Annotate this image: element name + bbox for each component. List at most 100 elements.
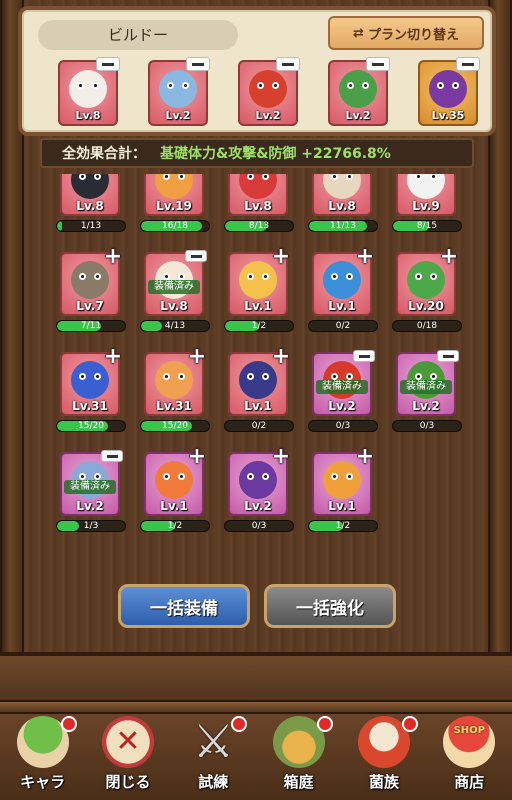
creature-card[interactable]: + Lv.20 [396, 246, 458, 316]
creature-level: Lv.31 [156, 399, 192, 413]
progress-text: 0/2 [335, 321, 351, 331]
creature-portrait [71, 174, 109, 200]
plus-icon[interactable]: + [271, 346, 291, 368]
equipped-slot[interactable]: Lv.8 [58, 57, 120, 126]
shard-progress-bar: 4/13 [140, 320, 210, 332]
equipped-slot[interactable]: Lv.35 [418, 57, 480, 126]
creature-card[interactable]: + Lv.1 [228, 246, 290, 316]
plus-icon[interactable]: + [103, 346, 123, 368]
shard-progress-bar: 8/15 [392, 220, 462, 232]
nav-close[interactable]: 閉じる [90, 714, 166, 794]
collection-scroll-area[interactable]: Lv.8 1/13 Lv.19 16/18 Lv.8 8/13 Lv.8 11/13 Lv.9 8… [40, 174, 474, 568]
creature-card[interactable]: Lv.8 [60, 174, 120, 216]
shard-progress-bar: 15/20 [56, 420, 126, 432]
plan-switch-label: プラン切り替え [367, 27, 459, 43]
bulk-equip-button[interactable]: 一括装備 [118, 584, 250, 628]
creature-level: Lv.1 [328, 499, 356, 513]
equipped-slot[interactable]: Lv.2 [238, 57, 300, 126]
minus-icon[interactable] [353, 350, 375, 362]
creature-card[interactable]: + Lv.1 [312, 446, 374, 516]
shard-progress-bar: 1/2 [308, 520, 378, 532]
plus-icon[interactable]: + [103, 246, 123, 268]
nav-label: 試練 [198, 773, 229, 791]
shop-icon [443, 716, 496, 768]
progress-text: 0/3 [335, 421, 351, 431]
bulk-upgrade-button[interactable]: 一括強化 [264, 584, 396, 628]
total-effect-value: 基礎体力&攻撃&防御 +22766.8% [160, 146, 391, 162]
collection-item: Lv.8 11/13 [306, 174, 390, 248]
creature-card[interactable]: Lv.8 [228, 174, 288, 216]
creature-card[interactable]: 装備済み Lv.2 [60, 450, 123, 516]
nav-clan-skull[interactable]: 菌族 [346, 714, 422, 794]
creature-card[interactable]: + Lv.1 [312, 246, 374, 316]
nav-shop[interactable]: 商店 [431, 714, 507, 794]
creature-card[interactable]: Lv.19 [144, 174, 204, 216]
creature-card[interactable]: + Lv.1 [144, 446, 206, 516]
plus-icon[interactable]: + [439, 246, 459, 268]
nav-mushroom-character[interactable]: キャラ [5, 714, 81, 794]
build-name: ビルドー [38, 20, 238, 50]
creature-level: Lv.2 [76, 499, 104, 513]
creature-card[interactable]: + Lv.31 [60, 346, 122, 416]
collection-item: + Lv.31 15/20 [138, 346, 222, 448]
creature-level: Lv.1 [244, 399, 272, 413]
plus-icon[interactable]: + [187, 346, 207, 368]
nav-garden-pot[interactable]: 箱庭 [261, 714, 337, 794]
plus-icon[interactable]: + [271, 446, 291, 468]
nav-label: 商店 [454, 773, 485, 791]
nav-crossed-swords[interactable]: 試練 [175, 714, 251, 794]
equipped-level: Lv.2 [165, 109, 191, 122]
creature-card[interactable]: Lv.9 [396, 174, 456, 216]
collection-item: + Lv.1 1/2 [138, 446, 222, 548]
creature-card[interactable]: + Lv.2 [228, 446, 290, 516]
creature-level: Lv.8 [244, 199, 272, 213]
creature-card[interactable]: 装備済み Lv.2 [396, 350, 459, 416]
collection-item: + Lv.1 0/2 [306, 246, 390, 348]
progress-text: 1/3 [83, 521, 99, 531]
collection-item: 装備済み Lv.8 4/13 [138, 248, 222, 348]
creature-card[interactable]: 装備済み Lv.8 [144, 250, 207, 316]
plus-icon[interactable]: + [355, 246, 375, 268]
creature-level: Lv.1 [328, 299, 356, 313]
nav-label: 閉じる [105, 773, 151, 791]
plus-icon[interactable]: + [355, 446, 375, 468]
plus-icon[interactable]: + [271, 246, 291, 268]
notification-dot [231, 716, 248, 732]
unequip-minus-icon[interactable] [366, 57, 390, 71]
creature-card[interactable]: + Lv.31 [144, 346, 206, 416]
swap-icon: ⇄ [353, 25, 364, 41]
creature-card[interactable]: + Lv.1 [228, 346, 290, 416]
equipped-badge: 装備済み [148, 280, 200, 294]
progress-text: 8/13 [248, 221, 270, 231]
unequip-minus-icon[interactable] [276, 57, 300, 71]
minus-icon[interactable] [101, 450, 123, 462]
equipped-level: Lv.35 [431, 109, 465, 122]
plus-icon[interactable]: + [187, 446, 207, 468]
collection-item: Lv.8 1/13 [54, 174, 138, 248]
unequip-minus-icon[interactable] [186, 57, 210, 71]
progress-text: 1/13 [80, 221, 102, 231]
shard-progress-bar: 0/3 [308, 420, 378, 432]
creature-level: Lv.2 [244, 499, 272, 513]
creature-card[interactable]: Lv.8 [312, 174, 372, 216]
collection-item: 装備済み Lv.2 0/3 [306, 348, 390, 448]
progress-text: 16/18 [162, 221, 188, 231]
green-frog-redhat-portrait [339, 70, 377, 109]
equipped-slot[interactable]: Lv.2 [148, 57, 210, 126]
unequip-minus-icon[interactable] [456, 57, 480, 71]
close-icon [101, 716, 154, 768]
creature-level: Lv.1 [244, 299, 272, 313]
shard-progress-bar: 1/2 [140, 520, 210, 532]
minus-icon[interactable] [185, 250, 207, 262]
unequip-minus-icon[interactable] [96, 57, 120, 71]
plan-switch-button[interactable]: ⇄ プラン切り替え [328, 16, 484, 50]
equipped-badge: 装備済み [400, 380, 452, 394]
notification-dot [60, 716, 77, 732]
build-panel: ビルドー ⇄ プラン切り替え Lv.8 Lv.2 Lv.2 Lv.2 Lv.35 [18, 6, 496, 136]
minus-icon[interactable] [437, 350, 459, 362]
blue-robot-bear-portrait [159, 70, 197, 109]
equipped-slot[interactable]: Lv.2 [328, 57, 390, 126]
creature-level: Lv.31 [72, 399, 108, 413]
creature-card[interactable]: + Lv.7 [60, 246, 122, 316]
creature-card[interactable]: 装備済み Lv.2 [312, 350, 375, 416]
